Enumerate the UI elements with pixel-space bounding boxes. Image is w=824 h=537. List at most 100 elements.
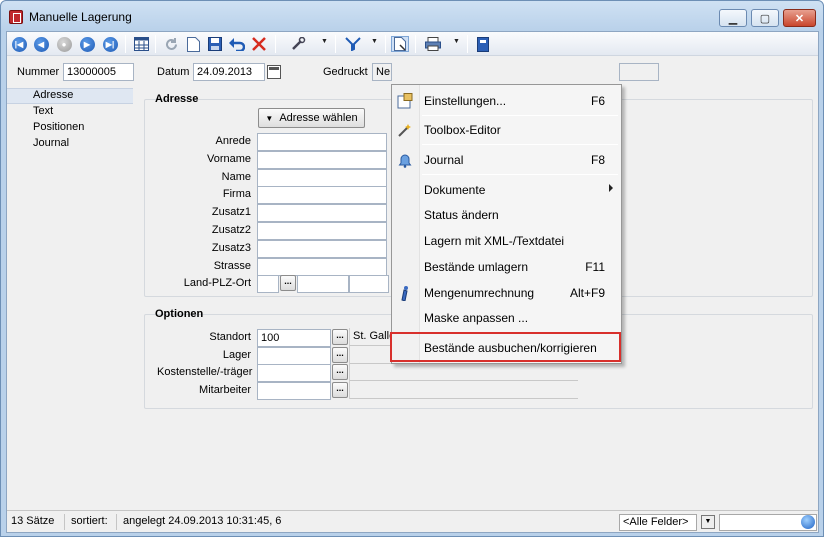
plz-field[interactable]: [297, 275, 349, 293]
context-menu: Einstellungen... F6 Toolbox-Editor Journ…: [391, 84, 622, 364]
title-bar: Manuelle Lagerung ▁ ▢ ✕: [1, 1, 823, 31]
optionen-title: Optionen: [155, 308, 204, 320]
tools-icon[interactable]: [291, 36, 307, 52]
document-menu-icon[interactable]: [391, 36, 409, 52]
lager-lookup-button[interactable]: ...: [332, 347, 348, 363]
book-icon[interactable]: [475, 36, 491, 52]
print-dropdown-icon[interactable]: ▼: [453, 38, 460, 45]
sidebar: Adresse Text Positionen Journal: [7, 88, 133, 508]
bell-icon: [397, 152, 413, 168]
zusatz3-label: Zusatz3: [211, 242, 251, 254]
mitarbeiter-label: Mitarbeiter: [199, 384, 251, 396]
menu-item-toolbox-editor[interactable]: Toolbox-Editor: [392, 118, 621, 142]
field-filter-dropdown-icon[interactable]: ▼: [701, 515, 715, 529]
kostenstelle-field[interactable]: [257, 364, 331, 382]
standort-lookup-button[interactable]: ...: [332, 329, 348, 345]
minimize-button[interactable]: ▁: [719, 9, 747, 27]
created-info: angelegt 24.09.2013 10:31:45, 6: [123, 515, 282, 527]
menu-item-journal[interactable]: Journal F8: [392, 148, 621, 172]
standort-field[interactable]: 100: [257, 329, 331, 347]
name-field[interactable]: [257, 169, 387, 187]
standort-label: Standort: [209, 331, 251, 343]
zusatz2-field[interactable]: [257, 222, 387, 240]
strasse-label: Strasse: [213, 260, 251, 272]
first-record-icon[interactable]: |◀: [11, 36, 27, 52]
gedruckt-label: Gedruckt: [323, 66, 368, 78]
maximize-button[interactable]: ▢: [751, 9, 779, 27]
globe-icon[interactable]: [801, 515, 815, 529]
menu-item-bestaende-umlagern[interactable]: Bestände umlagern F11: [392, 255, 621, 279]
lager-label: Lager: [222, 349, 251, 361]
anrede-field[interactable]: [257, 133, 387, 151]
menu-item-maske-anpassen[interactable]: Maske anpassen ...: [392, 306, 621, 330]
last-record-icon[interactable]: ▶|: [102, 36, 118, 52]
save-icon[interactable]: [207, 36, 223, 52]
ort-field[interactable]: [349, 275, 389, 293]
tools-dropdown-icon[interactable]: ▼: [321, 38, 328, 45]
menu-item-status-aendern[interactable]: Status ändern: [392, 203, 621, 227]
vorname-field[interactable]: [257, 151, 387, 169]
lager-field[interactable]: [257, 347, 331, 365]
next-record-icon[interactable]: ▶: [79, 36, 95, 52]
settings-icon: [397, 93, 413, 109]
mitarbeiter-description: [349, 381, 578, 399]
status-bar: 13 Sätze sortiert: angelegt 24.09.2013 1…: [7, 510, 818, 532]
kostenstelle-lookup-button[interactable]: ...: [332, 364, 348, 380]
record-count: 13 Sätze: [7, 514, 65, 530]
field-filter-select[interactable]: <Alle Felder>: [619, 514, 697, 531]
vorname-label: Vorname: [206, 153, 251, 165]
nummer-field[interactable]: 13000005: [63, 63, 134, 81]
pen-icon: [397, 285, 413, 302]
print-icon[interactable]: [425, 36, 441, 52]
submenu-arrow-icon: [609, 184, 613, 192]
header-extra-field: [619, 63, 659, 81]
close-button[interactable]: ✕: [783, 9, 816, 27]
table-view-icon[interactable]: [133, 36, 149, 52]
adresse-waehlen-button[interactable]: ▼ Adresse wählen: [258, 108, 365, 128]
menu-item-einstellungen[interactable]: Einstellungen... F6: [392, 89, 621, 113]
menu-item-mengenumrechnung[interactable]: Mengenumrechnung Alt+F9: [392, 281, 621, 305]
kostenstelle-description: [349, 363, 578, 381]
sidebar-item-journal[interactable]: Journal: [7, 137, 133, 153]
datum-label: Datum: [157, 66, 190, 78]
refresh-record-icon[interactable]: ●: [56, 36, 72, 52]
zusatz1-label: Zusatz1: [211, 206, 251, 218]
sidebar-item-adresse[interactable]: Adresse: [7, 88, 133, 104]
land-lookup-button[interactable]: ...: [280, 275, 296, 291]
previous-record-icon[interactable]: ◀: [33, 36, 49, 52]
firma-label: Firma: [222, 188, 251, 200]
client-area: |◀ ◀ ● ▶ ▶| ▼ ▼ ▼ Nummer 13000005 Datum …: [6, 31, 819, 533]
undo-icon[interactable]: [229, 36, 245, 52]
land-plz-ort-label: Land-PLZ-Ort: [183, 277, 251, 289]
land-field[interactable]: [257, 275, 279, 293]
calendar-icon[interactable]: [267, 65, 281, 79]
adresse-waehlen-label: Adresse wählen: [279, 112, 358, 124]
filter-dropdown-icon[interactable]: ▼: [371, 38, 378, 45]
app-window: Manuelle Lagerung ▁ ▢ ✕ |◀ ◀ ● ▶ ▶| ▼ ▼ …: [0, 0, 824, 537]
firma-field[interactable]: [257, 186, 387, 204]
sidebar-item-text[interactable]: Text: [7, 105, 133, 121]
new-document-icon[interactable]: [185, 36, 201, 52]
mitarbeiter-field[interactable]: [257, 382, 331, 400]
kostenstelle-label: Kostenstelle/-träger: [157, 366, 253, 378]
filter-icon[interactable]: [345, 36, 361, 52]
anrede-label: Anrede: [215, 135, 251, 147]
sidebar-item-positionen[interactable]: Positionen: [7, 121, 133, 137]
highlight-box: [390, 332, 621, 362]
strasse-field[interactable]: [257, 258, 387, 276]
zusatz3-field[interactable]: [257, 240, 387, 258]
toolbar: |◀ ◀ ● ▶ ▶| ▼ ▼ ▼: [7, 32, 818, 56]
wand-icon: [397, 122, 413, 138]
menu-item-dokumente[interactable]: Dokumente: [392, 178, 621, 202]
sort-status: sortiert:: [67, 514, 117, 530]
zusatz1-field[interactable]: [257, 204, 387, 222]
adresse-title: Adresse: [155, 93, 199, 105]
zusatz2-label: Zusatz2: [211, 224, 251, 236]
delete-icon[interactable]: [251, 36, 267, 52]
menu-item-lagern-xml[interactable]: Lagern mit XML-/Textdatei: [392, 229, 621, 253]
datum-field[interactable]: 24.09.2013: [193, 63, 265, 81]
dropdown-arrow-icon: ▼: [265, 113, 274, 123]
name-label: Name: [221, 171, 251, 183]
reload-icon[interactable]: [163, 36, 179, 52]
mitarbeiter-lookup-button[interactable]: ...: [332, 382, 348, 398]
